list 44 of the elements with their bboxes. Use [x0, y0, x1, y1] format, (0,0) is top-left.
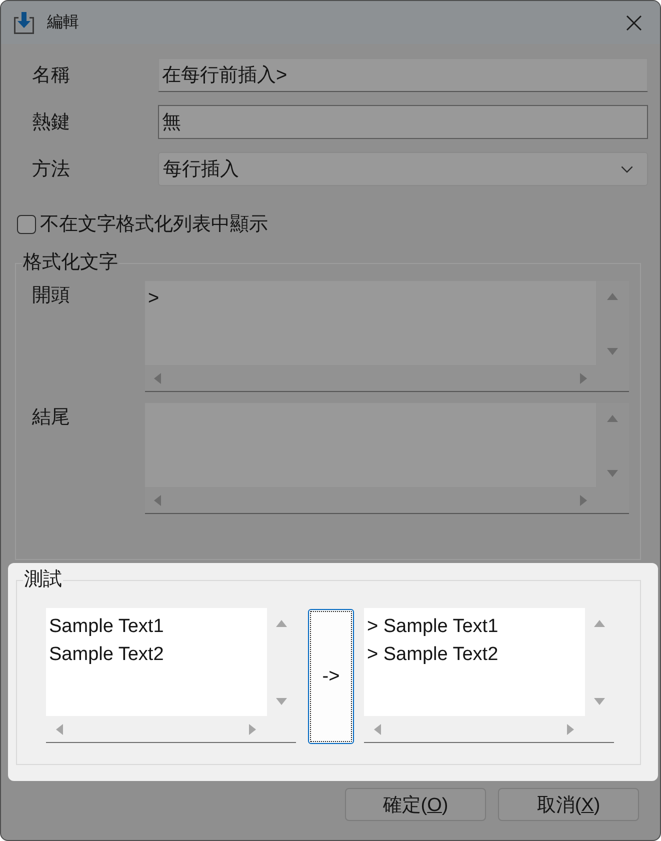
scroll-up-icon[interactable]	[276, 620, 287, 627]
text-line: > Sample Text1	[367, 616, 498, 637]
scroll-up-icon[interactable]	[594, 620, 605, 627]
scroll-right-icon[interactable]	[567, 724, 574, 734]
scroll-down-icon[interactable]	[276, 698, 287, 705]
scroll-down-icon[interactable]	[607, 470, 618, 477]
close-icon	[626, 14, 642, 30]
dropdown[interactable]: 每行插入	[158, 152, 648, 186]
text-field[interactable]: 在每行前插入>	[158, 58, 648, 92]
hotkey-field[interactable]: 無	[158, 105, 648, 139]
window-title: 編輯	[47, 13, 80, 33]
group-title: 格式化文字	[23, 252, 118, 273]
ok-button[interactable]: 確定(O)	[345, 788, 486, 821]
scroll-up-icon[interactable]	[607, 293, 618, 300]
text-area[interactable]: Sample Text1 Sample Text2	[46, 608, 296, 743]
scroll-left-icon[interactable]	[374, 724, 381, 734]
convert-button[interactable]: ->	[308, 609, 354, 744]
scroll-left-icon[interactable]	[56, 724, 63, 734]
text-line: Sample Text2	[49, 644, 164, 665]
scroll-right-icon[interactable]	[580, 372, 587, 384]
field-label: 方法	[32, 159, 70, 180]
field-label: 名稱	[32, 65, 70, 86]
text-area[interactable]	[145, 403, 629, 514]
checkbox-label[interactable]: 不在文字格式化列表中顯示	[40, 211, 268, 237]
text-line: >	[148, 288, 160, 309]
text-area[interactable]: > Sample Text1 > Sample Text2	[364, 608, 614, 743]
group-title: 測試	[24, 569, 62, 590]
scroll-down-icon[interactable]	[594, 698, 605, 705]
cancel-button[interactable]: 取消(X)	[498, 788, 639, 821]
checkbox[interactable]	[17, 214, 36, 234]
scroll-down-icon[interactable]	[607, 348, 618, 355]
field-label: 開頭	[32, 285, 70, 306]
field-label: 熱鍵	[32, 112, 70, 133]
text-line: > Sample Text2	[367, 644, 498, 665]
text-area[interactable]: >	[145, 281, 629, 392]
scroll-right-icon[interactable]	[249, 724, 256, 734]
field-label: 結尾	[32, 407, 70, 428]
scroll-right-icon[interactable]	[580, 494, 587, 506]
chevron-down-icon	[621, 166, 633, 172]
scroll-left-icon[interactable]	[154, 494, 161, 506]
text-line: Sample Text1	[49, 616, 164, 637]
scroll-up-icon[interactable]	[607, 415, 618, 422]
scroll-left-icon[interactable]	[154, 372, 161, 384]
download-icon	[14, 12, 34, 34]
